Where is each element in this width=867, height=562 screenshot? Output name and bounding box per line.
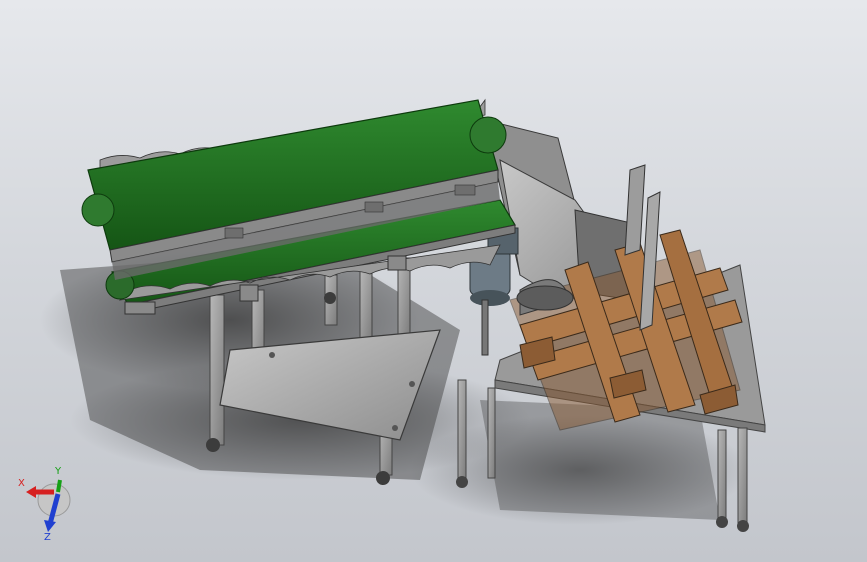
assembly-model[interactable]: [0, 0, 867, 562]
x-arrow-icon: [26, 486, 36, 498]
x-axis-label: X: [18, 478, 25, 489]
z-axis-label: Z: [44, 532, 51, 542]
cad-viewport[interactable]: X Y Z: [0, 0, 867, 562]
z-arrow-icon: [44, 520, 56, 532]
y-axis-icon: [56, 479, 62, 493]
coordinate-triad: X Y Z: [18, 466, 71, 542]
y-axis-label: Y: [54, 466, 62, 477]
